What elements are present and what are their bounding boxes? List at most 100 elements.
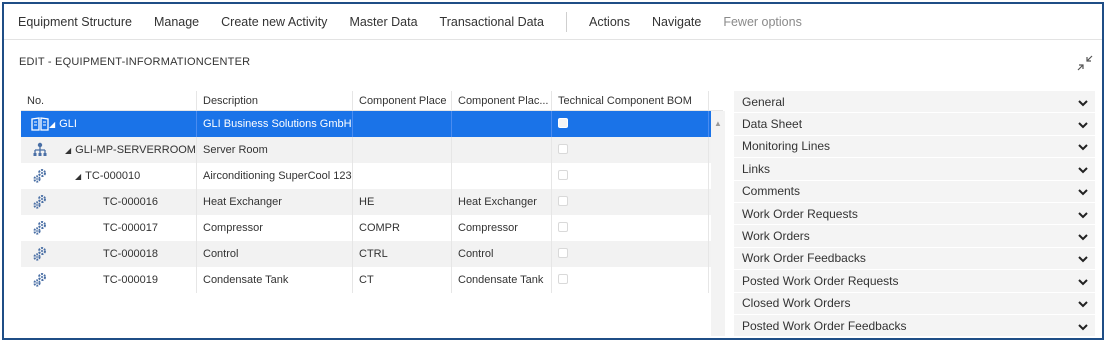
equipment-number: GLI-MP-SERVERROOM bbox=[75, 143, 196, 156]
gears-icon bbox=[31, 272, 49, 288]
cell-no: ◢ GLI-MP-SERVERROOM bbox=[21, 137, 197, 163]
gears-icon bbox=[31, 168, 49, 184]
table-row[interactable]: ◢ GLI-MP-SERVERROOM Server Room bbox=[21, 137, 723, 163]
expand-triangle-icon[interactable]: ◢ bbox=[65, 146, 71, 155]
chevron-down-icon[interactable] bbox=[1077, 185, 1089, 197]
cell-component-place bbox=[353, 137, 452, 163]
table-row[interactable]: TC-000017 Compressor COMPR Compressor bbox=[21, 215, 723, 241]
table-row[interactable]: TC-000019 Condensate Tank CT Condensate Tan… bbox=[21, 267, 723, 293]
menu-actions[interactable]: Actions bbox=[578, 15, 641, 29]
chevron-down-icon[interactable] bbox=[1077, 96, 1089, 108]
collapse-icon[interactable] bbox=[1076, 54, 1094, 72]
factbox-label: Data Sheet bbox=[742, 117, 803, 132]
fewer-options-link[interactable]: Fewer options bbox=[712, 15, 813, 29]
tree-node: TC-000016 bbox=[103, 189, 158, 215]
cell-description: Control bbox=[197, 241, 353, 267]
chevron-down-icon[interactable] bbox=[1077, 118, 1089, 130]
cell-technical-bom bbox=[552, 215, 709, 241]
cell-component-place: CT bbox=[353, 267, 452, 293]
factbox-label: Posted Work Order Feedbacks bbox=[742, 318, 907, 333]
chevron-down-icon[interactable] bbox=[1077, 297, 1089, 309]
column-header-technical-bom[interactable]: Technical Component BOM bbox=[552, 91, 709, 110]
factbox-item[interactable]: General bbox=[734, 91, 1095, 114]
factbox-label: Posted Work Order Requests bbox=[742, 273, 899, 288]
chevron-down-icon[interactable] bbox=[1077, 140, 1089, 152]
cell-technical-bom bbox=[552, 137, 709, 163]
factbox-item[interactable]: Work Order Requests bbox=[734, 202, 1095, 226]
table-row[interactable]: TC-000018 Control CTRL Control bbox=[21, 241, 723, 267]
equipment-number: TC-000010 bbox=[85, 169, 141, 182]
expand-triangle-icon[interactable]: ◢ bbox=[49, 120, 55, 129]
cell-technical-bom bbox=[552, 111, 709, 137]
menu-create-new-activity[interactable]: Create new Activity bbox=[210, 15, 338, 29]
cell-component-place-2: Heat Exchanger bbox=[452, 189, 552, 215]
factbox-label: Comments bbox=[742, 184, 801, 199]
bom-checkbox[interactable] bbox=[558, 248, 568, 259]
factbox-item[interactable]: Posted Work Order Feedbacks bbox=[734, 314, 1095, 338]
chevron-down-icon[interactable] bbox=[1077, 230, 1089, 242]
column-header-spacer bbox=[709, 91, 723, 110]
column-header-component-place-2[interactable]: Component Plac... bbox=[452, 91, 552, 110]
factbox-label: Monitoring Lines bbox=[742, 139, 831, 154]
cell-technical-bom bbox=[552, 189, 709, 215]
factbox-item[interactable]: Posted Work Order Requests bbox=[734, 270, 1095, 293]
bom-checkbox[interactable] bbox=[558, 144, 568, 155]
scroll-up-icon[interactable]: ▲ bbox=[714, 119, 722, 128]
table-row[interactable]: TC-000016 Heat Exchanger HE Heat Exchanger bbox=[21, 189, 723, 215]
chevron-down-icon[interactable] bbox=[1077, 275, 1089, 287]
gears-icon bbox=[31, 220, 49, 236]
cell-component-place-2: Compressor bbox=[452, 215, 552, 241]
bom-checkbox[interactable] bbox=[558, 118, 568, 129]
menu-equipment-structure[interactable]: Equipment Structure bbox=[4, 15, 143, 29]
menu-master-data[interactable]: Master Data bbox=[338, 15, 428, 29]
action-bar: Equipment Structure Manage Create new Ac… bbox=[4, 4, 1102, 40]
factbox-item[interactable]: Work Orders bbox=[734, 225, 1095, 248]
cell-description: Compressor bbox=[197, 215, 353, 241]
cell-no: TC-000016 bbox=[21, 189, 197, 215]
cell-component-place bbox=[353, 163, 452, 189]
tree-node: ◢ GLI-MP-SERVERROOM bbox=[65, 137, 196, 163]
column-header-component-place[interactable]: Component Place bbox=[353, 91, 452, 110]
bom-checkbox[interactable] bbox=[558, 222, 568, 233]
menu-navigate[interactable]: Navigate bbox=[641, 15, 712, 29]
chevron-down-icon[interactable] bbox=[1077, 208, 1089, 220]
factbox-item[interactable]: Closed Work Orders bbox=[734, 292, 1095, 315]
menu-manage[interactable]: Manage bbox=[143, 15, 210, 29]
cell-description: GLI Business Solutions GmbH bbox=[197, 111, 353, 137]
vertical-scrollbar[interactable]: ▲ bbox=[711, 111, 725, 336]
chevron-down-icon[interactable] bbox=[1077, 252, 1089, 264]
cell-component-place: COMPR bbox=[353, 215, 452, 241]
cell-no: ◢ TC-000010 bbox=[21, 163, 197, 189]
grid-header: No. Description Component Place Componen… bbox=[21, 91, 723, 111]
factbox-item[interactable]: Data Sheet bbox=[734, 113, 1095, 136]
tree-node: ◢ GLI bbox=[49, 111, 77, 137]
factbox-item[interactable]: Monitoring Lines bbox=[734, 135, 1095, 159]
cell-no: TC-000019 bbox=[21, 267, 197, 293]
cell-component-place: CTRL bbox=[353, 241, 452, 267]
column-header-no[interactable]: No. bbox=[21, 91, 197, 110]
table-row[interactable]: ◢ GLI GLI Business Solutions GmbH bbox=[21, 111, 723, 137]
factbox-label: Links bbox=[742, 161, 771, 176]
cell-component-place-2 bbox=[452, 137, 552, 163]
factbox-item[interactable]: Links bbox=[734, 158, 1095, 181]
cell-description: Heat Exchanger bbox=[197, 189, 353, 215]
menu-transactional-data[interactable]: Transactional Data bbox=[429, 15, 555, 29]
expand-triangle-icon[interactable]: ◢ bbox=[75, 172, 81, 181]
factbox-label: Work Order Feedbacks bbox=[742, 251, 866, 266]
cell-component-place-2 bbox=[452, 163, 552, 189]
factbox-item[interactable]: Work Order Feedbacks bbox=[734, 247, 1095, 271]
factbox-item[interactable]: Comments bbox=[734, 180, 1095, 203]
gears-icon bbox=[31, 246, 49, 262]
cell-description: Airconditioning SuperCool 123 bbox=[197, 163, 353, 189]
bom-checkbox[interactable] bbox=[558, 196, 568, 207]
bom-checkbox[interactable] bbox=[558, 274, 568, 285]
cell-technical-bom bbox=[552, 267, 709, 293]
equipment-number: TC-000017 bbox=[103, 222, 159, 234]
factbox-label: General bbox=[742, 94, 785, 109]
tree-node: ◢ TC-000010 bbox=[75, 163, 140, 189]
chevron-down-icon[interactable] bbox=[1077, 163, 1089, 175]
column-header-description[interactable]: Description bbox=[197, 91, 353, 110]
chevron-down-icon[interactable] bbox=[1077, 320, 1089, 332]
table-row[interactable]: ◢ TC-000010 Airconditioning SuperCool 123 bbox=[21, 163, 723, 189]
bom-checkbox[interactable] bbox=[558, 170, 568, 181]
